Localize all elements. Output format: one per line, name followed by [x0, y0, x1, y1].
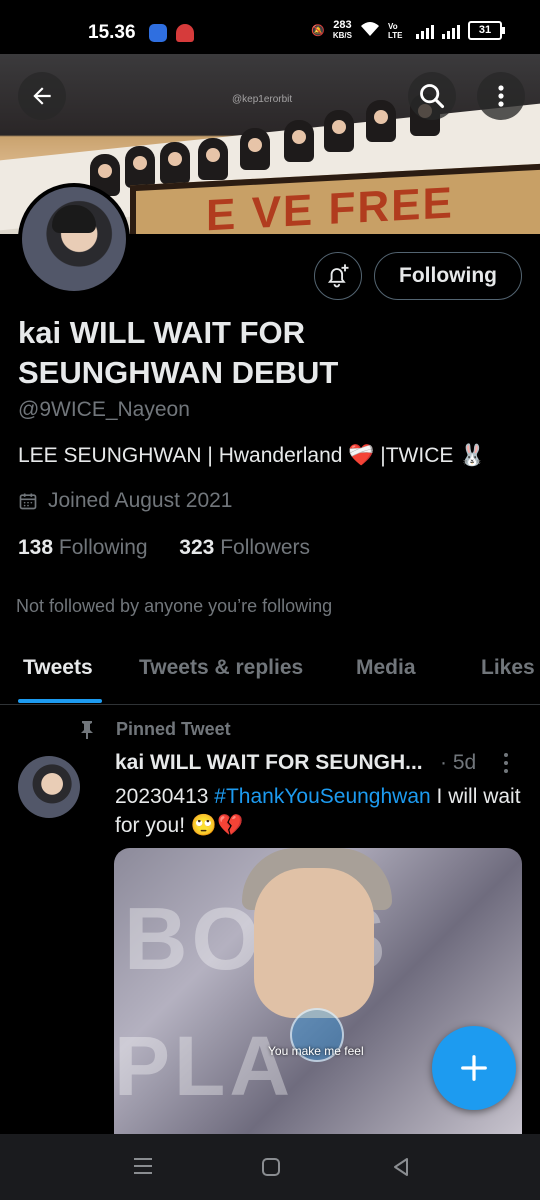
signal-icon-1 — [416, 23, 434, 39]
banner-person — [160, 142, 190, 184]
plus-icon — [461, 1055, 487, 1081]
tab-media[interactable]: Media — [356, 656, 416, 680]
network-speed: 283 KB/S — [333, 20, 352, 41]
tweet-more-button[interactable] — [502, 752, 510, 779]
banner-person — [125, 146, 155, 188]
following-label: Following — [58, 536, 148, 559]
tab-tweets-replies[interactable]: Tweets & replies — [139, 656, 303, 680]
battery-level: 31 — [478, 24, 492, 36]
back-nav-button[interactable] — [390, 1156, 412, 1183]
battery-icon: 31 — [468, 21, 505, 40]
back-button[interactable] — [18, 72, 66, 120]
tweet-timestamp[interactable]: · 5d — [440, 751, 476, 775]
tweet-author-avatar[interactable] — [18, 756, 80, 818]
follow-counts: 138 Following 323 Followers — [18, 536, 310, 560]
arrow-left-icon — [33, 87, 51, 105]
banner-watermark: @kep1erorbit — [232, 94, 293, 105]
profile-display-name: kai WILL WAIT FOR SEUNGHWAN DEBUT — [18, 315, 339, 390]
tweet-text-prefix: 20230413 — [115, 785, 215, 808]
tweet-author-name[interactable]: kai WILL WAIT FOR SEUNGH... — [115, 751, 423, 775]
joined-text: Joined August 2021 — [48, 489, 233, 512]
media-caption: You make me feel — [268, 1044, 364, 1058]
search-icon — [420, 84, 445, 109]
profile-joined: Joined August 2021 — [18, 489, 233, 513]
pinned-label-row: Pinned Tweet — [78, 719, 231, 740]
following-button[interactable]: Following — [374, 252, 522, 300]
pinned-tweet-label: Pinned Tweet — [116, 719, 231, 739]
app-notification-icon — [149, 24, 167, 42]
followers-label: Followers — [220, 536, 311, 559]
banner-person — [284, 120, 314, 162]
status-time: 15.36 — [88, 22, 136, 43]
incognito-icon — [176, 24, 194, 42]
profile-tabs: Tweets Tweets & replies Media Likes — [0, 640, 540, 705]
triangle-back-icon — [394, 1158, 408, 1176]
volte-label: Vo LTE — [388, 21, 403, 40]
tab-likes[interactable]: Likes — [481, 656, 535, 680]
signal-icon-2 — [442, 23, 460, 39]
status-right: 🔕 283 KB/S Vo LTE 31 — [311, 20, 505, 41]
media-text-bottom: PLA — [114, 1019, 294, 1113]
search-button[interactable] — [408, 72, 456, 120]
network-speed-value: 283 — [333, 19, 352, 31]
compose-tweet-button[interactable] — [432, 1026, 516, 1110]
status-bar: 15.36 🔕 283 KB/S Vo LTE 31 — [0, 0, 540, 54]
mute-icon: 🔕 — [311, 25, 325, 37]
followers-count: 323 — [179, 536, 215, 559]
banner-person — [240, 128, 270, 170]
pin-icon — [81, 720, 93, 739]
not-followed-note: Not followed by anyone you’re following — [16, 596, 333, 616]
wifi-icon — [360, 21, 380, 40]
square-icon — [262, 1158, 280, 1176]
profile-handle: @9WICE_Nayeon — [18, 398, 190, 421]
banner-person — [366, 100, 396, 142]
tweet-text: 20230413 #ThankYouSeunghwan I will wait … — [115, 782, 525, 840]
calendar-icon — [19, 493, 37, 510]
banner-person — [324, 110, 354, 152]
tab-tweets[interactable]: Tweets — [23, 656, 93, 680]
more-vertical-icon — [504, 753, 508, 773]
system-navigation-bar — [0, 1134, 540, 1200]
menu-lines-icon — [134, 1158, 152, 1174]
profile-bio: LEE SEUNGHWAN | Hwanderland ❤️‍🩹 |TWICE … — [18, 444, 486, 467]
notifications-button[interactable] — [314, 252, 362, 300]
bell-plus-icon — [327, 264, 349, 288]
followers-link[interactable]: 323 Followers — [179, 536, 310, 559]
home-button[interactable] — [260, 1156, 282, 1183]
active-tab-indicator — [18, 699, 102, 703]
more-vertical-icon — [498, 85, 504, 107]
banner-person — [198, 138, 228, 180]
media-face — [254, 868, 374, 1018]
profile-avatar[interactable] — [18, 183, 130, 295]
following-link[interactable]: 138 Following — [18, 536, 148, 559]
network-speed-unit: KB/S — [332, 31, 352, 40]
more-options-button[interactable] — [477, 72, 525, 120]
banner-sign-text: E VE FREE — [206, 178, 454, 234]
tweet-hashtag[interactable]: #ThankYouSeunghwan — [214, 785, 430, 808]
recent-apps-button[interactable] — [132, 1156, 154, 1181]
following-count: 138 — [18, 536, 54, 559]
